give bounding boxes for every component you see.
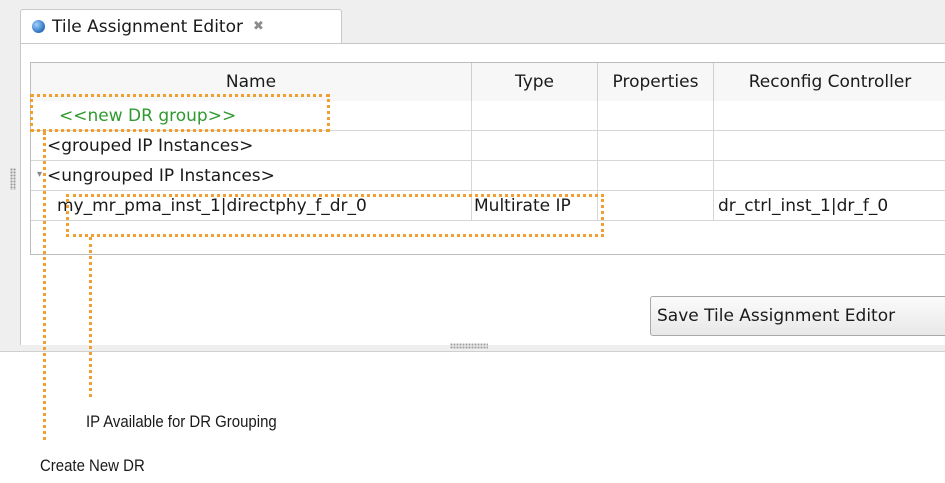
row-controller — [714, 161, 945, 191]
ip-instance-properties[interactable] — [598, 191, 714, 221]
blue-sphere-icon — [31, 19, 46, 34]
row-controller — [714, 101, 945, 131]
table-row-grouped-ip-instances[interactable]: <grouped IP Instances> — [31, 131, 945, 161]
row-controller — [714, 131, 945, 161]
row-properties — [598, 131, 714, 161]
ip-available-leader-line — [89, 237, 92, 397]
row-properties — [598, 161, 714, 191]
column-header-type[interactable]: Type — [472, 63, 598, 101]
row-type — [472, 101, 598, 131]
row-type — [472, 131, 598, 161]
resize-grip-icon[interactable] — [10, 168, 16, 190]
ip-available-annotation: IP Available for DR Grouping — [86, 412, 277, 431]
create-new-dr-leader-line — [43, 132, 46, 440]
row-type — [472, 161, 598, 191]
save-tile-assignment-editor-button[interactable]: Save Tile Assignment Editor — [650, 296, 945, 336]
row-properties — [598, 101, 714, 131]
ungrouped-ip-instances-label[interactable]: <ungrouped IP Instances> — [31, 161, 472, 191]
tab-title: Tile Assignment Editor — [52, 16, 243, 37]
ip-instance-highlight — [66, 194, 604, 237]
column-header-reconfig-controller[interactable]: Reconfig Controller — [714, 63, 945, 101]
column-header-properties[interactable]: Properties — [598, 63, 714, 101]
splitter-grip-icon[interactable] — [450, 343, 488, 349]
ip-instance-reconfig-controller[interactable]: dr_ctrl_inst_1|dr_f_0 — [714, 191, 945, 221]
create-new-dr-annotation: Create New DR — [40, 456, 145, 475]
editor-panel: Tile Assignment Editor ✖ Name Type Prope… — [0, 0, 945, 352]
close-icon[interactable]: ✖ — [253, 19, 264, 34]
grouped-ip-instances-label[interactable]: <grouped IP Instances> — [31, 131, 472, 161]
new-dr-group-highlight — [30, 94, 330, 132]
table-row-ungrouped-ip-instances[interactable]: ▾ <ungrouped IP Instances> — [31, 161, 945, 191]
tab-tile-assignment-editor[interactable]: Tile Assignment Editor ✖ — [20, 9, 342, 43]
